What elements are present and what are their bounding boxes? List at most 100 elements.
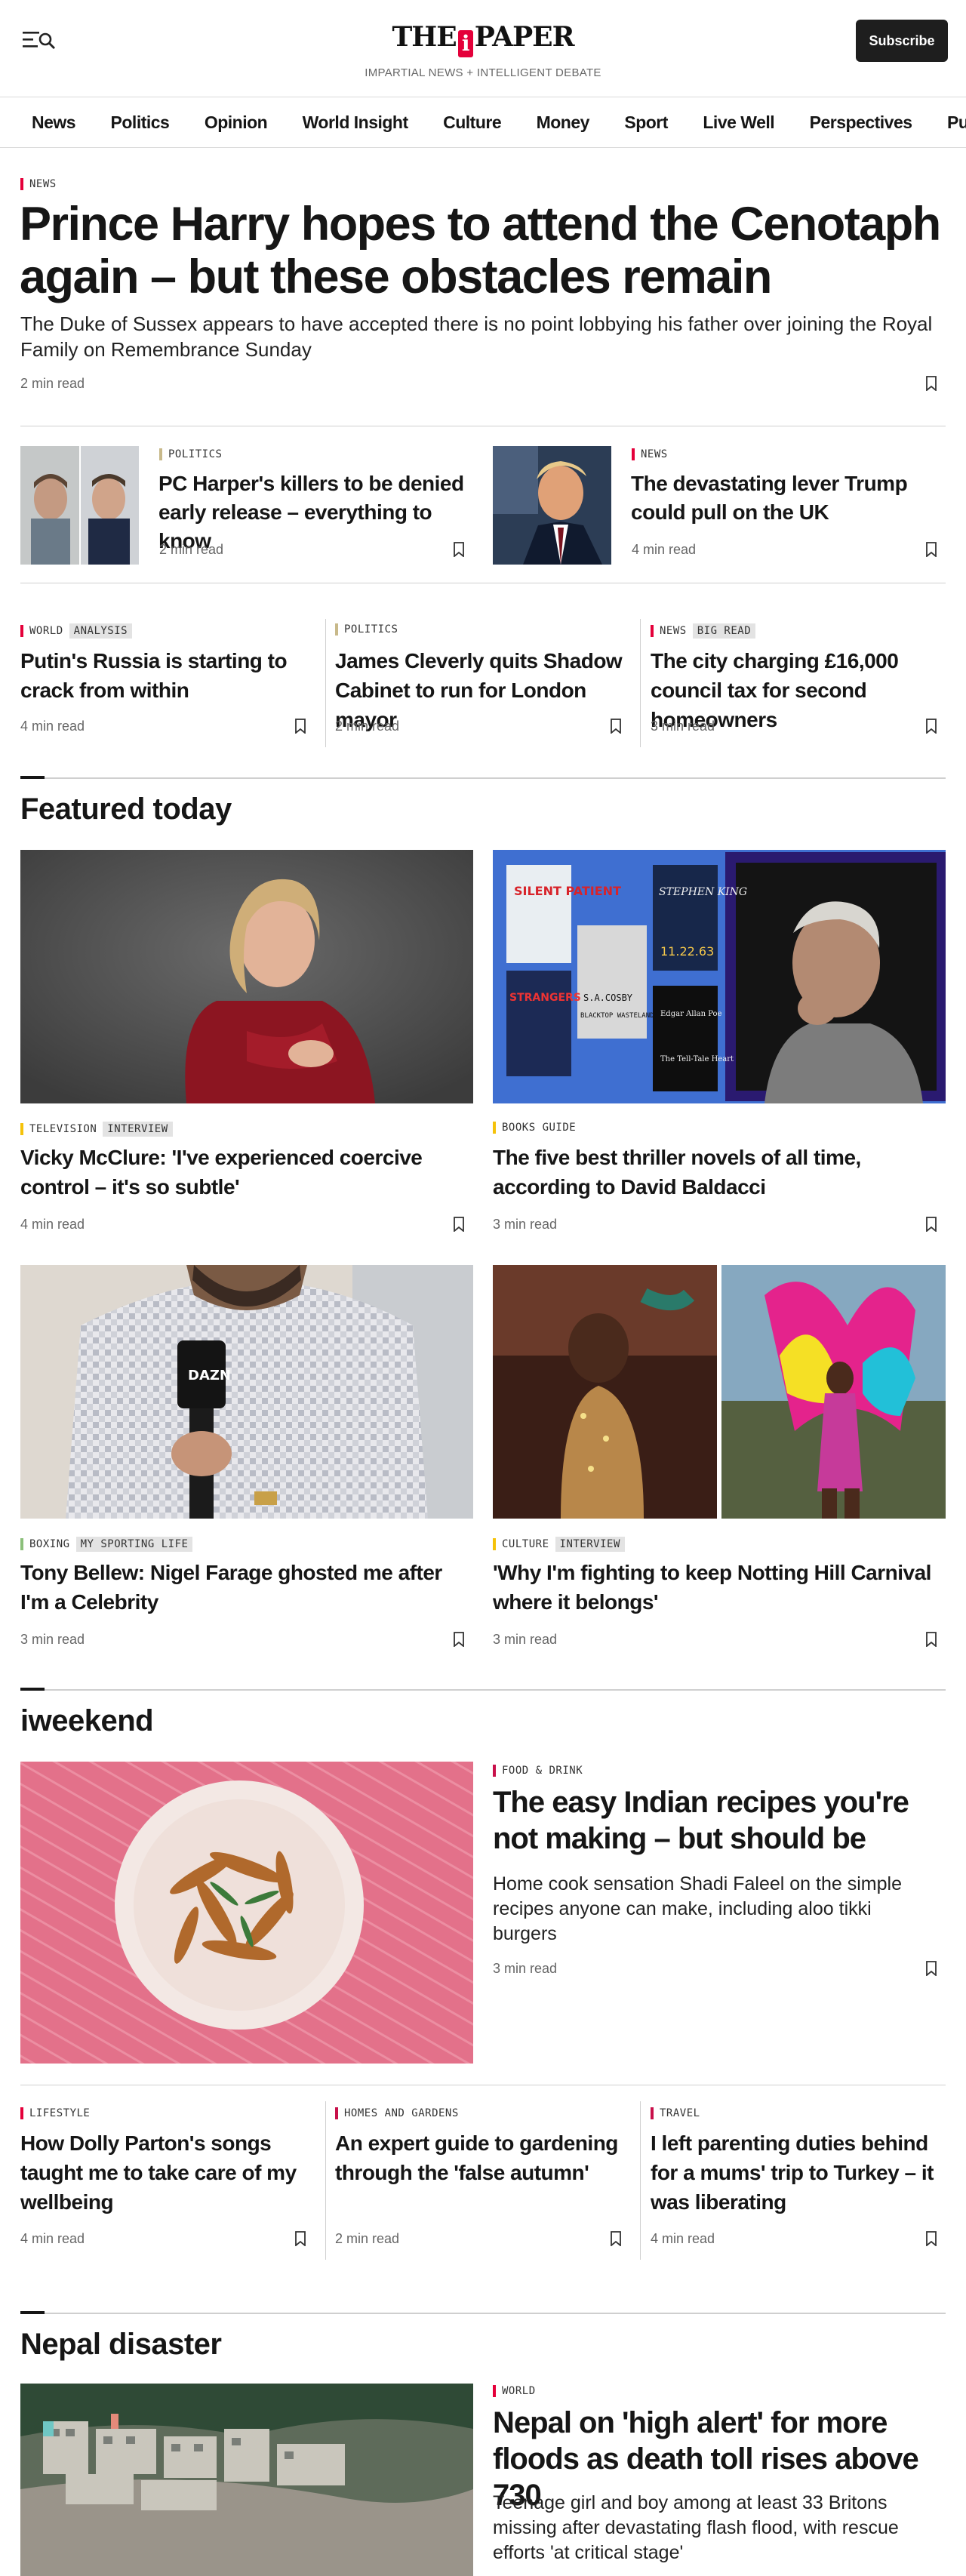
- story-standfirst: Home cook sensation Shadi Faleel on the …: [493, 1873, 902, 1944]
- section-title-nepal[interactable]: Nepal disaster: [20, 2328, 222, 2362]
- kicker-bar: [20, 1123, 23, 1135]
- story-kicker[interactable]: TELEVISION INTERVIEW: [20, 1122, 173, 1137]
- story-kicker[interactable]: NEWS BIG READ: [651, 623, 756, 639]
- bookmark-icon[interactable]: [925, 1961, 937, 1980]
- read-time: 3 min read: [651, 719, 715, 734]
- story-headline[interactable]: How Dolly Parton's songs taught me to ta…: [20, 2128, 311, 2217]
- nav-item-money[interactable]: Money: [537, 97, 590, 147]
- book-cover-text: SILENT PATIENT: [514, 884, 621, 898]
- book-cover-text: 11.22.63: [660, 944, 714, 959]
- section-title-featured[interactable]: Featured today: [20, 792, 232, 826]
- site-header: THE i PAPER IMPARTIAL NEWS + INTELLIGENT D…: [0, 0, 966, 97]
- bookmark-icon[interactable]: [610, 719, 622, 737]
- story-kicker[interactable]: HOMES AND GARDENS: [335, 2107, 459, 2119]
- bookmark-icon[interactable]: [453, 542, 465, 561]
- bookmark-icon[interactable]: [453, 1217, 465, 1236]
- site-logo[interactable]: THE i PAPER: [0, 21, 966, 57]
- kicker-bar: [20, 1538, 23, 1550]
- nav-item-sport[interactable]: Sport: [624, 97, 668, 147]
- kicker-bar: [335, 2107, 338, 2119]
- notting-hill-carnival-image[interactable]: [493, 1265, 946, 1519]
- story-headline[interactable]: Tony Bellew: Nigel Farage ghosted me aft…: [20, 1558, 473, 1617]
- lead-kicker[interactable]: NEWS: [20, 178, 57, 190]
- story-tag: MY SPORTING LIFE: [75, 1537, 193, 1552]
- story-headline[interactable]: 'Why I'm fighting to keep Notting Hill C…: [493, 1558, 946, 1617]
- read-time: 2 min read: [335, 2231, 400, 2246]
- nav-item-live-well[interactable]: Live Well: [703, 97, 774, 147]
- story-kicker[interactable]: TRAVEL: [651, 2107, 700, 2119]
- story-tag: BIG READ: [692, 623, 756, 639]
- main-nav: News Politics Opinion World Insight Cult…: [0, 97, 966, 148]
- bookmark-icon[interactable]: [925, 1217, 937, 1236]
- story-kicker[interactable]: POLITICS: [159, 448, 222, 460]
- kicker-bar: [493, 2385, 496, 2397]
- section-divider: [20, 2311, 946, 2314]
- story-headline[interactable]: An expert guide to gardening through the…: [335, 2128, 626, 2187]
- nav-item-puzzles[interactable]: Puzzles: [947, 97, 966, 147]
- read-time: 4 min read: [20, 719, 85, 734]
- bookmark-icon[interactable]: [925, 376, 937, 395]
- tony-bellew-image[interactable]: DAZN: [20, 1265, 473, 1519]
- nav-item-opinion[interactable]: Opinion: [205, 97, 268, 147]
- book-cover-text: S.A.COSBY: [583, 993, 633, 1003]
- nav-item-world-insight[interactable]: World Insight: [303, 97, 409, 147]
- nepal-flood-image[interactable]: [20, 2384, 473, 2576]
- section-divider: [20, 1688, 946, 1691]
- story-headline[interactable]: Vicky McClure: 'I've experienced coerciv…: [20, 1143, 473, 1202]
- kicker-bar: [20, 178, 23, 190]
- nav-item-culture[interactable]: Culture: [443, 97, 502, 147]
- kicker-bar: [651, 2107, 654, 2119]
- read-time: 4 min read: [651, 2231, 715, 2246]
- kicker-bar: [493, 1538, 496, 1550]
- story-kicker[interactable]: BOXING MY SPORTING LIFE: [20, 1537, 193, 1552]
- indian-recipe-image[interactable]: [20, 1762, 473, 2064]
- vicky-mcclure-portrait-image[interactable]: [20, 850, 473, 1103]
- book-cover-text: The Tell-Tale Heart: [660, 1055, 734, 1063]
- nav-item-perspectives[interactable]: Perspectives: [810, 97, 912, 147]
- read-time: 3 min read: [20, 1632, 85, 1647]
- bookmark-icon[interactable]: [925, 542, 937, 561]
- lead-standfirst: The Duke of Sussex appears to have accep…: [20, 312, 933, 361]
- bookmark-icon[interactable]: [610, 2231, 622, 2250]
- bookmark-icon[interactable]: [294, 2231, 306, 2250]
- story-kicker[interactable]: CULTURE INTERVIEW: [493, 1537, 625, 1552]
- story-headline[interactable]: The five best thriller novels of all tim…: [493, 1143, 946, 1202]
- bookmark-icon[interactable]: [294, 719, 306, 737]
- story-headline[interactable]: Putin's Russia is starting to crack from…: [20, 646, 307, 705]
- kicker-bar: [493, 1122, 496, 1134]
- bookmark-icon[interactable]: [925, 1632, 937, 1651]
- book-cover-text: STEPHEN KING: [659, 886, 747, 898]
- story-headline[interactable]: The devastating lever Trump could pull o…: [631, 469, 948, 527]
- bookmark-icon[interactable]: [925, 719, 937, 737]
- story-kicker[interactable]: POLITICS: [335, 623, 398, 636]
- story-kicker[interactable]: LIFESTYLE: [20, 2107, 90, 2119]
- nav-item-news[interactable]: News: [32, 97, 76, 147]
- section-divider: [20, 776, 946, 779]
- police-mugshots-image[interactable]: [20, 446, 139, 565]
- trump-photo-image[interactable]: [493, 446, 611, 565]
- read-time: 2 min read: [20, 376, 85, 391]
- read-time: 4 min read: [20, 1217, 85, 1232]
- kicker-bar: [20, 2107, 23, 2119]
- story-kicker[interactable]: NEWS: [632, 448, 668, 460]
- story-kicker[interactable]: BOOKS GUIDE: [493, 1122, 576, 1134]
- story-tag: INTERVIEW: [555, 1537, 625, 1552]
- bookmark-icon[interactable]: [925, 2231, 937, 2250]
- section-title-iweekend[interactable]: iweekend: [20, 1704, 154, 1738]
- story-kicker[interactable]: WORLD: [493, 2385, 536, 2397]
- logo-i-mark: i: [457, 30, 473, 57]
- story-headline[interactable]: I left parenting duties behind for a mum…: [651, 2128, 945, 2217]
- subscribe-button[interactable]: Subscribe: [856, 20, 948, 62]
- story-kicker[interactable]: WORLD ANALYSIS: [20, 623, 133, 639]
- story-headline[interactable]: The easy Indian recipes you're not makin…: [493, 1784, 946, 1857]
- bookmark-icon[interactable]: [453, 1632, 465, 1651]
- mic-flag-brand: DAZN: [188, 1368, 231, 1383]
- kicker-bar: [493, 1765, 496, 1777]
- book-cover-text: Edgar Allan Poe: [660, 1010, 722, 1018]
- thriller-books-image[interactable]: SILENT PATIENT STEPHEN KING 11.22.63 STR…: [493, 850, 946, 1103]
- lead-headline[interactable]: Prince Harry hopes to attend the Cenotap…: [20, 198, 948, 303]
- nav-item-politics[interactable]: Politics: [111, 97, 170, 147]
- story-kicker[interactable]: FOOD & DRINK: [493, 1765, 583, 1777]
- kicker-bar: [651, 625, 654, 637]
- read-time: 4 min read: [20, 2231, 85, 2246]
